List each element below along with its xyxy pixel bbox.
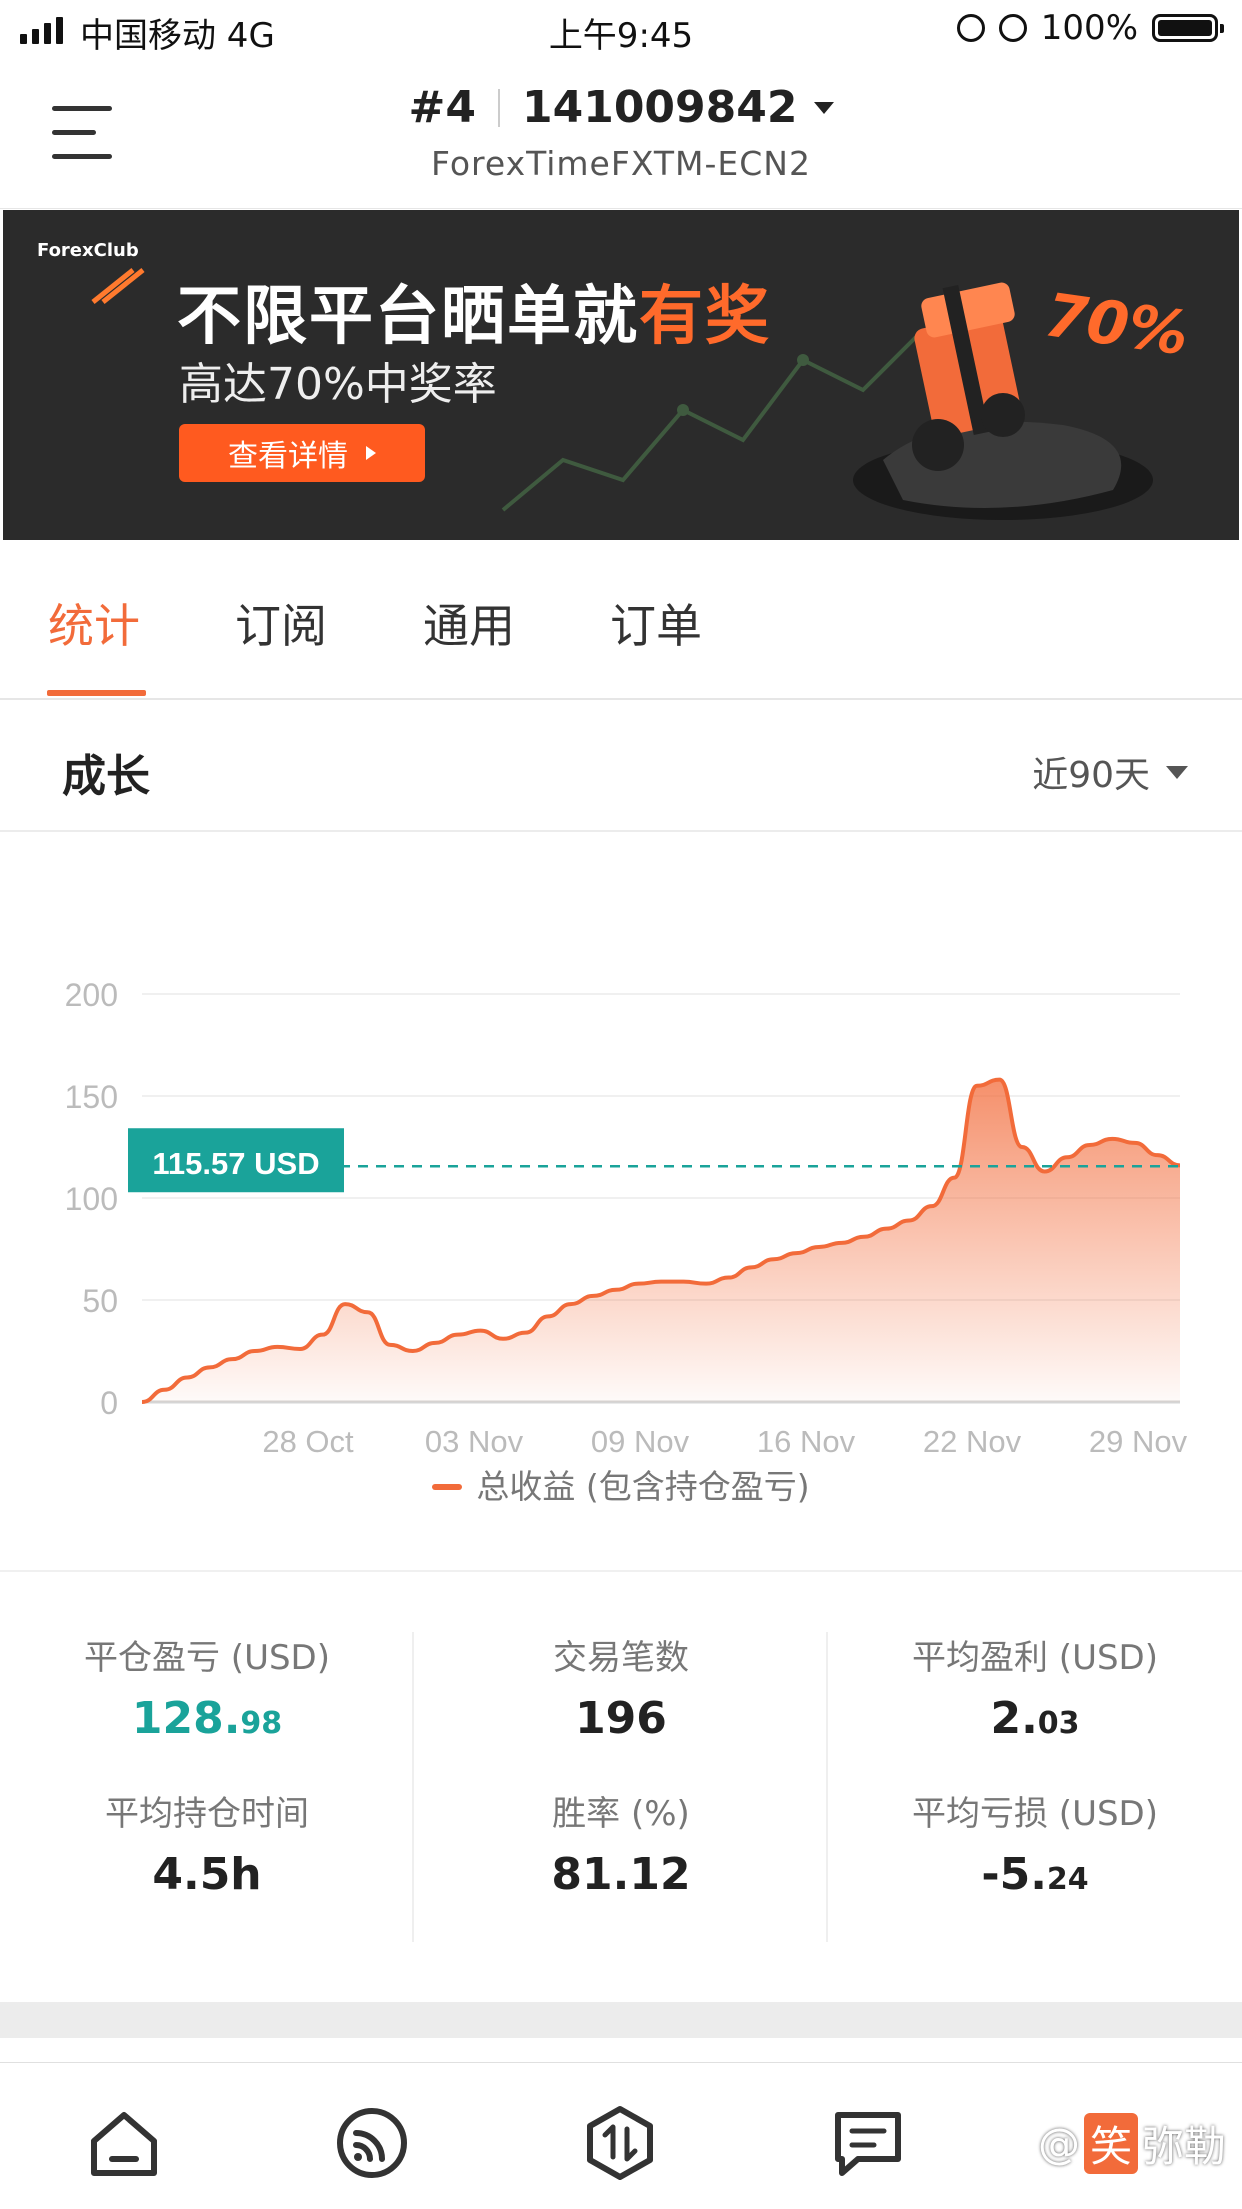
stat-value: 196 (575, 1693, 667, 1744)
x-tick-label: 22 Nov (923, 1424, 1022, 1459)
tab-statistics[interactable]: 统计 (48, 590, 140, 656)
section-title: 成长 (62, 751, 150, 802)
rotation-lock-icon (998, 14, 1027, 42)
watermark: @ 笑弥勒 (1038, 2113, 1226, 2174)
y-tick-label: 0 (100, 1385, 118, 1421)
x-tick-label: 16 Nov (757, 1424, 856, 1459)
battery-percent: 100% (1040, 8, 1138, 48)
stat-label: 平均亏损 (USD) (912, 1794, 1158, 1834)
stat-value: 128.98 (131, 1693, 283, 1744)
banner-subtitle: 高达70%中奖率 (179, 359, 497, 410)
stat-label: 平均持仓时间 (105, 1794, 309, 1834)
section-gap (0, 2002, 1242, 2038)
play-arrow-icon (366, 446, 376, 460)
view-details-button[interactable]: 查看详情 (179, 424, 425, 482)
stat-label: 平均盈利 (USD) (912, 1638, 1158, 1678)
chevron-down-icon (1166, 765, 1188, 779)
stat-label: 平仓盈亏 (USD) (84, 1638, 330, 1678)
current-value-label: 115.57 USD (152, 1146, 319, 1181)
legend-label: 总收益 (包含持仓盈亏) (476, 1467, 810, 1506)
status-bar: 中国移动 4G 上午9:45 100% (0, 0, 1242, 60)
home-icon[interactable] (84, 2103, 164, 2183)
stat-avg-profit: 平均盈利 (USD) 2.03 (828, 1630, 1242, 1744)
x-tick-label: 09 Nov (591, 1424, 690, 1459)
tab-bar: 统计 订阅 通用 订单 (0, 540, 1242, 700)
stat-value: -5.24 (981, 1849, 1089, 1900)
stat-avg-holding-time: 平均持仓时间 4.5h (0, 1786, 414, 1900)
stat-value: 81.12 (551, 1849, 691, 1900)
legend-swatch (432, 1484, 463, 1490)
stat-value: 2.03 (990, 1693, 1080, 1744)
growth-section-header: 成长 近90天 (0, 700, 1242, 832)
alarm-icon (956, 14, 985, 42)
x-tick-label: 29 Nov (1089, 1424, 1188, 1459)
server-name: ForexTimeFXTM-ECN2 (431, 144, 811, 183)
stat-label: 胜率 (%) (552, 1794, 690, 1834)
account-index: #4 (408, 82, 476, 133)
stat-win-rate: 胜率 (%) 81.12 (414, 1786, 828, 1900)
feed-icon[interactable] (332, 2103, 412, 2183)
stat-label: 交易笔数 (553, 1638, 689, 1678)
brand-logo: ForexClub (37, 240, 139, 261)
stat-trade-count: 交易笔数 196 (414, 1630, 828, 1744)
y-tick-label: 100 (65, 1181, 118, 1217)
account-selector[interactable]: #4 141009842 (0, 82, 1242, 133)
promo-banner[interactable]: ForexClub 不限平台晒单就有奖 高达70%中奖率 查看详情 70% (3, 210, 1239, 540)
y-tick-label: 50 (82, 1283, 118, 1319)
stat-value: 4.5h (152, 1849, 262, 1900)
app-header: #4 141009842 ForexTimeFXTM-ECN2 (0, 60, 1242, 209)
x-tick-label: 03 Nov (425, 1424, 524, 1459)
brand-logo-mark (91, 268, 145, 304)
battery-icon (1152, 14, 1224, 42)
account-number: 141009842 (521, 82, 798, 133)
y-tick-label: 150 (65, 1079, 118, 1115)
range-dropdown[interactable]: 近90天 (1032, 746, 1188, 798)
tab-subscribe[interactable]: 订阅 (235, 590, 327, 656)
chevron-down-icon (813, 102, 834, 114)
active-tab-indicator (47, 690, 146, 696)
trade-icon[interactable] (580, 2103, 660, 2183)
chart-legend: 总收益 (包含持仓盈亏) (0, 1460, 1242, 1508)
tab-general[interactable]: 通用 (423, 590, 515, 656)
banner-title: 不限平台晒单就有奖 (177, 280, 771, 354)
y-tick-label: 200 (65, 977, 118, 1013)
tab-orders[interactable]: 订单 (610, 590, 702, 656)
x-tick-label: 28 Oct (262, 1424, 354, 1459)
message-icon[interactable] (828, 2103, 908, 2183)
stat-avg-loss: 平均亏损 (USD) -5.24 (828, 1786, 1242, 1900)
bottom-nav: @ 笑弥勒 (0, 2062, 1242, 2209)
stat-closed-pnl: 平仓盈亏 (USD) 128.98 (0, 1630, 414, 1744)
series-area (142, 1079, 1180, 1402)
range-value: 近90天 (1032, 755, 1150, 796)
